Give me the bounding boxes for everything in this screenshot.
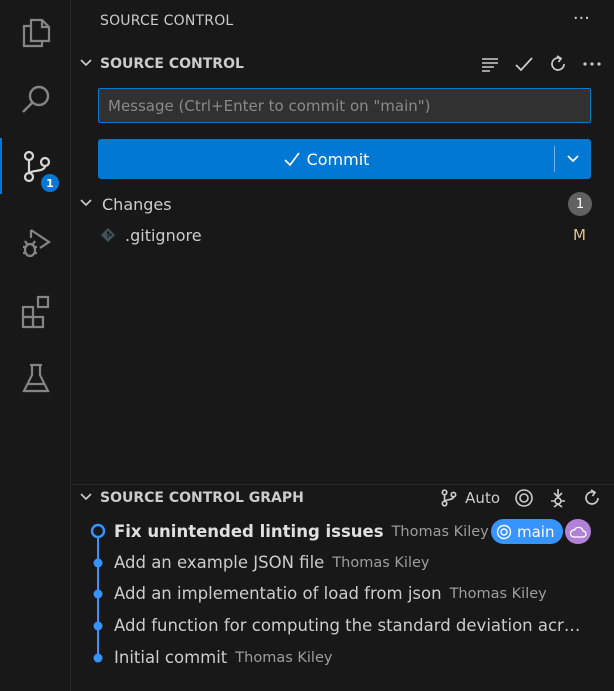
- cloud-icon: [569, 526, 587, 538]
- changes-count-badge: 1: [568, 192, 592, 216]
- changes-label: Changes: [102, 194, 172, 214]
- commit-label: Commit: [306, 149, 370, 169]
- search-icon: [21, 85, 49, 113]
- target-icon: [496, 524, 512, 539]
- commit-button[interactable]: Commit: [98, 139, 554, 179]
- run-debug-icon: [22, 229, 51, 258]
- extensions-icon: [21, 295, 49, 329]
- refresh-icon[interactable]: [548, 54, 568, 74]
- commit-row[interactable]: Fix unintended linting issues Thomas Kil…: [72, 516, 614, 547]
- file-name: .gitignore: [125, 225, 202, 245]
- activity-source-control[interactable]: 1: [0, 138, 71, 194]
- activity-bar: 1: [0, 0, 71, 691]
- activity-extensions[interactable]: [0, 283, 71, 339]
- activity-search[interactable]: [0, 72, 71, 128]
- commit-message: Add an implementatio of load from json: [114, 584, 442, 603]
- check-icon: [283, 152, 300, 167]
- sidebar-title: SOURCE CONTROL: [100, 13, 234, 29]
- chevron-down-icon: [72, 195, 100, 214]
- auto-label: Auto: [465, 489, 500, 507]
- commit-message: Initial commit: [114, 648, 228, 667]
- branch-badge[interactable]: main: [491, 519, 564, 544]
- commit-author: Thomas Kiley: [449, 585, 547, 602]
- section-title: SOURCE CONTROL GRAPH: [100, 490, 304, 506]
- commit-row[interactable]: Add function for computing the standard …: [72, 610, 614, 641]
- git-branch-icon: [441, 489, 457, 507]
- section-title: SOURCE CONTROL: [100, 56, 244, 72]
- auto-branch-filter[interactable]: Auto: [439, 488, 500, 508]
- commit-message: Add an example JSON file: [114, 553, 325, 572]
- go-to-current-icon[interactable]: [514, 488, 534, 508]
- chevron-down-icon: [72, 489, 100, 508]
- more-actions-icon[interactable]: [582, 54, 602, 74]
- file-status-modified: M: [573, 226, 586, 244]
- commit-author: Thomas Kiley: [235, 649, 333, 666]
- chevron-down-icon: [72, 55, 100, 74]
- git-file-icon: [101, 228, 115, 242]
- commit-row[interactable]: Add an example JSON file Thomas Kiley: [72, 547, 614, 578]
- source-control-badge: 1: [39, 172, 61, 194]
- view-as-list-icon[interactable]: [480, 54, 500, 74]
- sidebar-more-button[interactable]: ···: [573, 8, 590, 29]
- commit-author: Thomas Kiley: [391, 523, 489, 540]
- changed-file-row[interactable]: .gitignore M: [72, 222, 614, 248]
- activity-explorer[interactable]: [0, 4, 71, 60]
- chevron-down-icon: [567, 155, 579, 163]
- changes-group-header[interactable]: Changes 1: [72, 191, 614, 217]
- commit-author: Thomas Kiley: [332, 554, 430, 571]
- graph-section-header[interactable]: SOURCE CONTROL GRAPH Auto: [72, 485, 614, 511]
- section-actions: [480, 51, 602, 77]
- commit-row[interactable]: Add an implementatio of load from json T…: [72, 578, 614, 609]
- graph-actions: Auto: [439, 485, 602, 511]
- fetch-icon[interactable]: [548, 488, 568, 508]
- activity-testing[interactable]: [0, 350, 71, 406]
- commit-message: Fix unintended linting issues: [114, 522, 384, 541]
- source-control-sidebar: SOURCE CONTROL ··· SOURCE CONTROL Messag…: [72, 0, 614, 691]
- remote-badge[interactable]: [565, 519, 591, 544]
- commit-row[interactable]: Initial commit Thomas Kiley: [72, 642, 614, 673]
- source-control-section-header[interactable]: SOURCE CONTROL: [72, 51, 614, 77]
- branch-name: main: [517, 522, 555, 541]
- activity-run-debug[interactable]: [0, 214, 71, 270]
- refresh-icon[interactable]: [582, 488, 602, 508]
- commit-message-input[interactable]: [98, 88, 591, 123]
- beaker-icon: [21, 363, 50, 393]
- commit-check-icon[interactable]: [514, 54, 534, 74]
- commit-dropdown-button[interactable]: [555, 139, 591, 179]
- commit-button-group: Commit: [98, 139, 591, 179]
- files-icon: [22, 18, 50, 48]
- commit-message: Add function for computing the standard …: [114, 616, 581, 635]
